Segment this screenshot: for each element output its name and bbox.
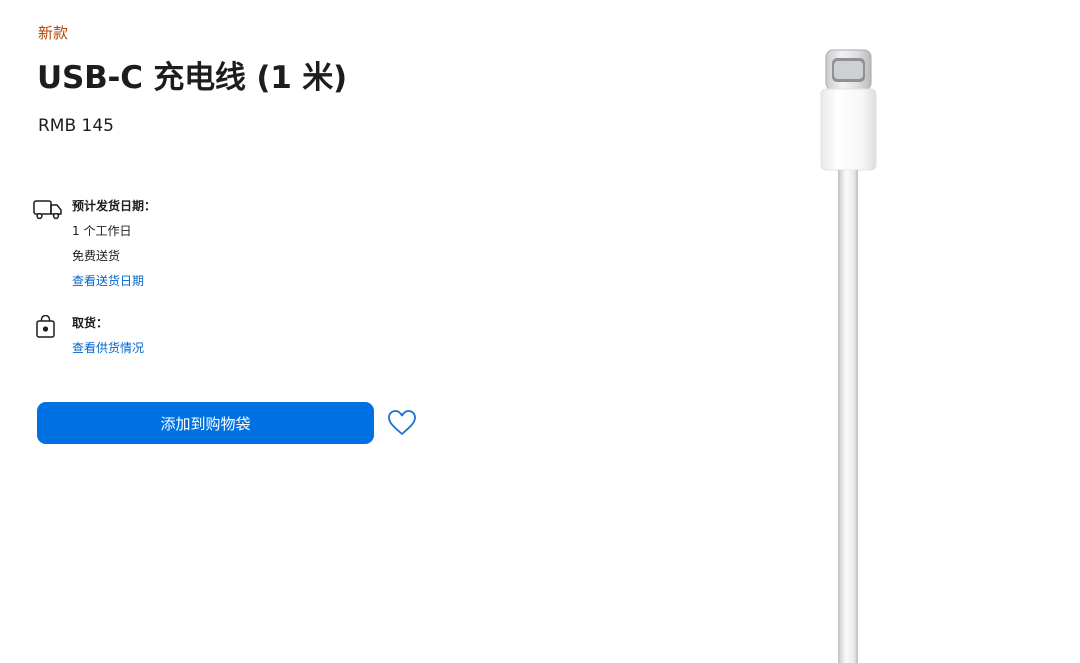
delivery-heading: 预计发货日期： — [72, 199, 157, 213]
product-title: USB-C 充电线 (1 米) — [37, 60, 348, 96]
product-price: RMB 145 — [38, 116, 114, 136]
product-image — [820, 49, 877, 663]
wishlist-button[interactable] — [386, 408, 418, 438]
add-to-bag-button[interactable]: 添加到购物袋 — [37, 402, 374, 444]
delivery-dates-link[interactable]: 查看送货日期 — [72, 273, 156, 289]
heart-icon — [388, 410, 416, 435]
truck-icon — [33, 200, 62, 220]
product-badge: 新款 — [38, 24, 69, 42]
delivery-eta: 1 个工作日 — [72, 224, 132, 238]
store-bag-icon — [36, 315, 55, 338]
pickup-availability-link[interactable]: 查看供货情况 — [72, 340, 144, 356]
delivery-shipping: 免费送货 — [72, 249, 121, 263]
delivery-details: 预计发货日期： 1 个工作日 免费送货 查看送货日期 — [72, 198, 156, 289]
pickup-heading: 取货： — [72, 316, 109, 330]
pickup-details: 取货： 查看供货情况 — [72, 315, 144, 356]
